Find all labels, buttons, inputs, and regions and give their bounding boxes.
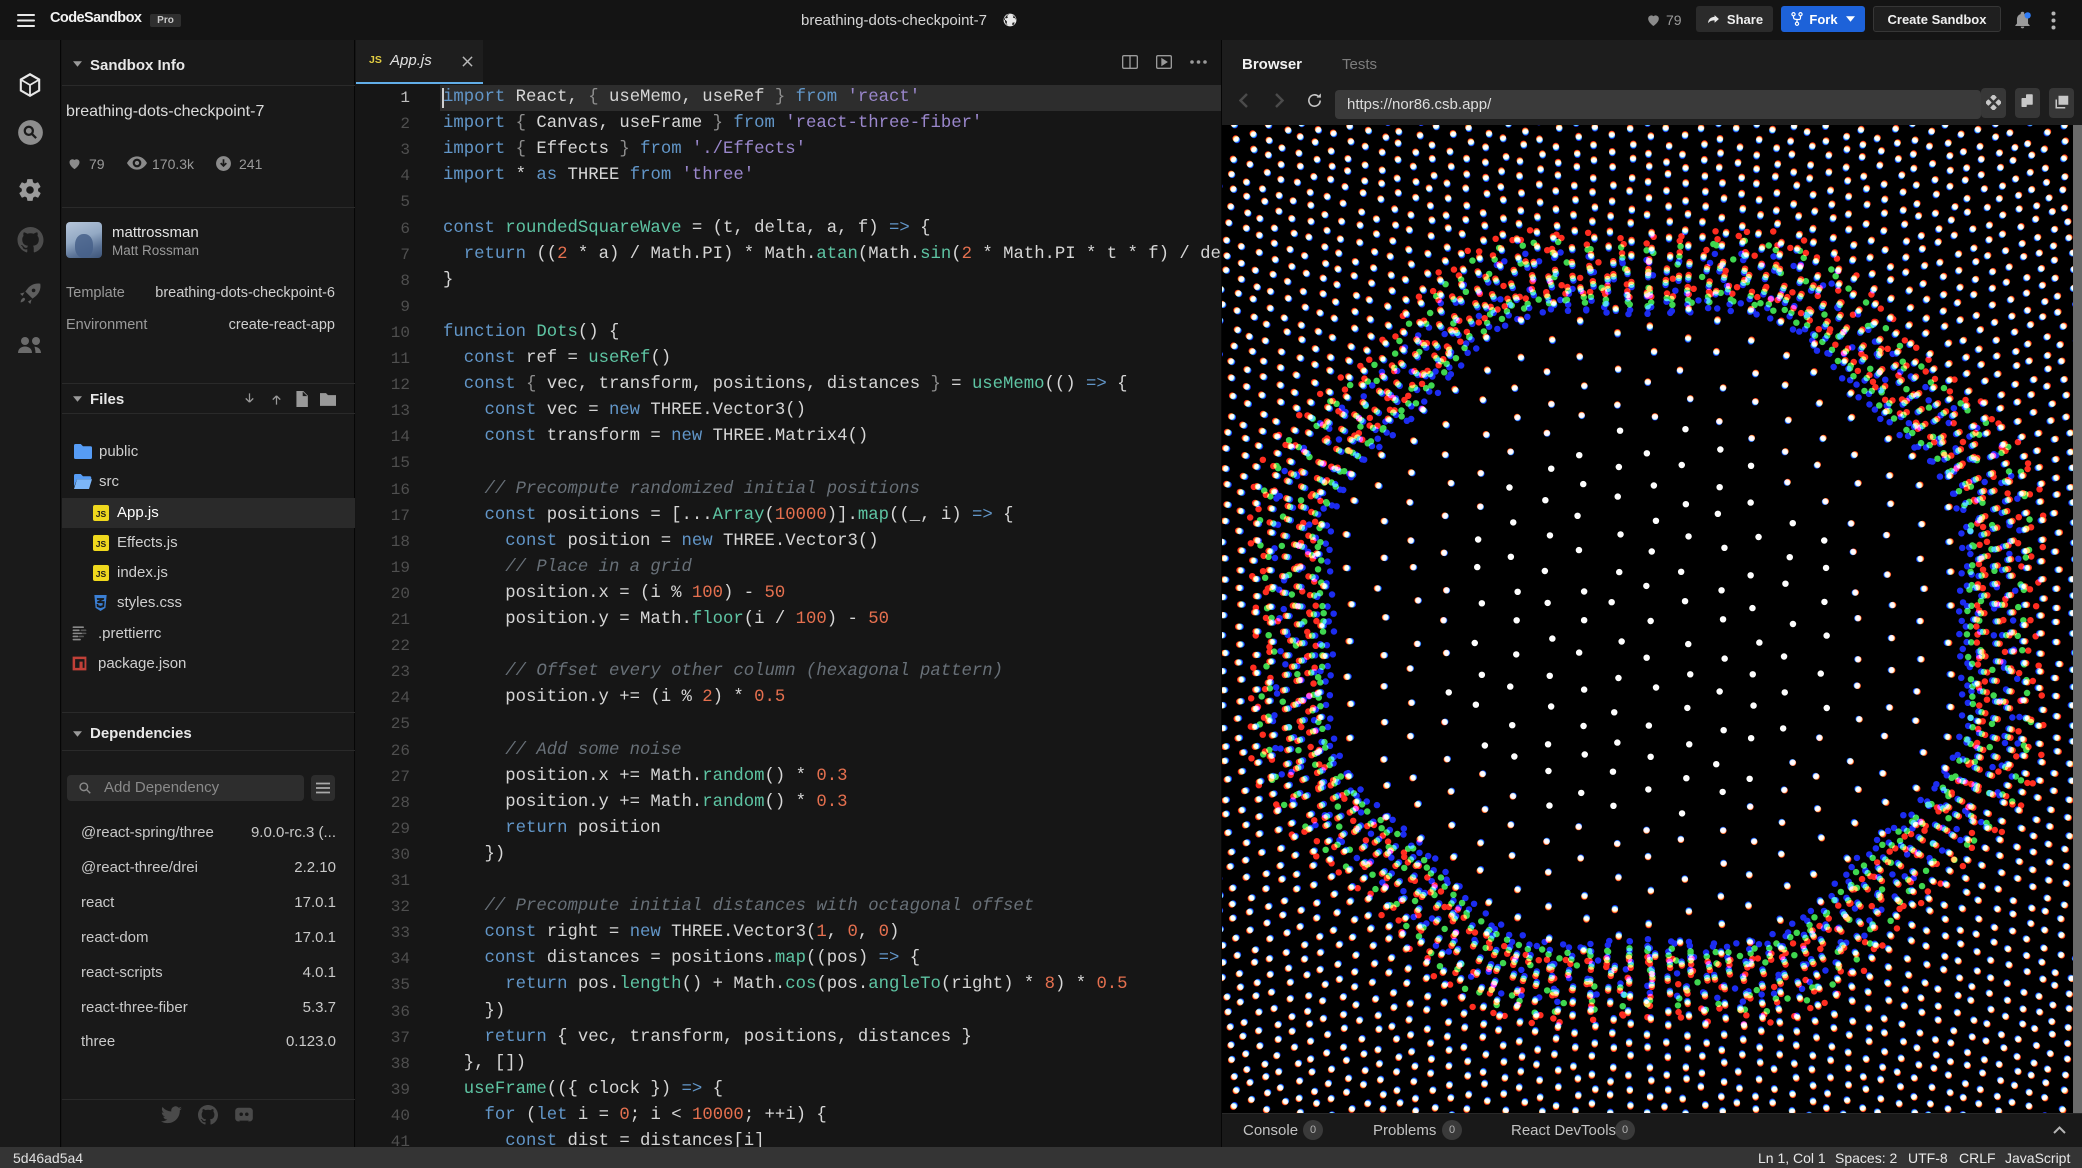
svg-text:JS: JS [96,569,107,579]
svg-text:JS: JS [96,539,107,549]
svg-text:JS: JS [96,509,107,519]
